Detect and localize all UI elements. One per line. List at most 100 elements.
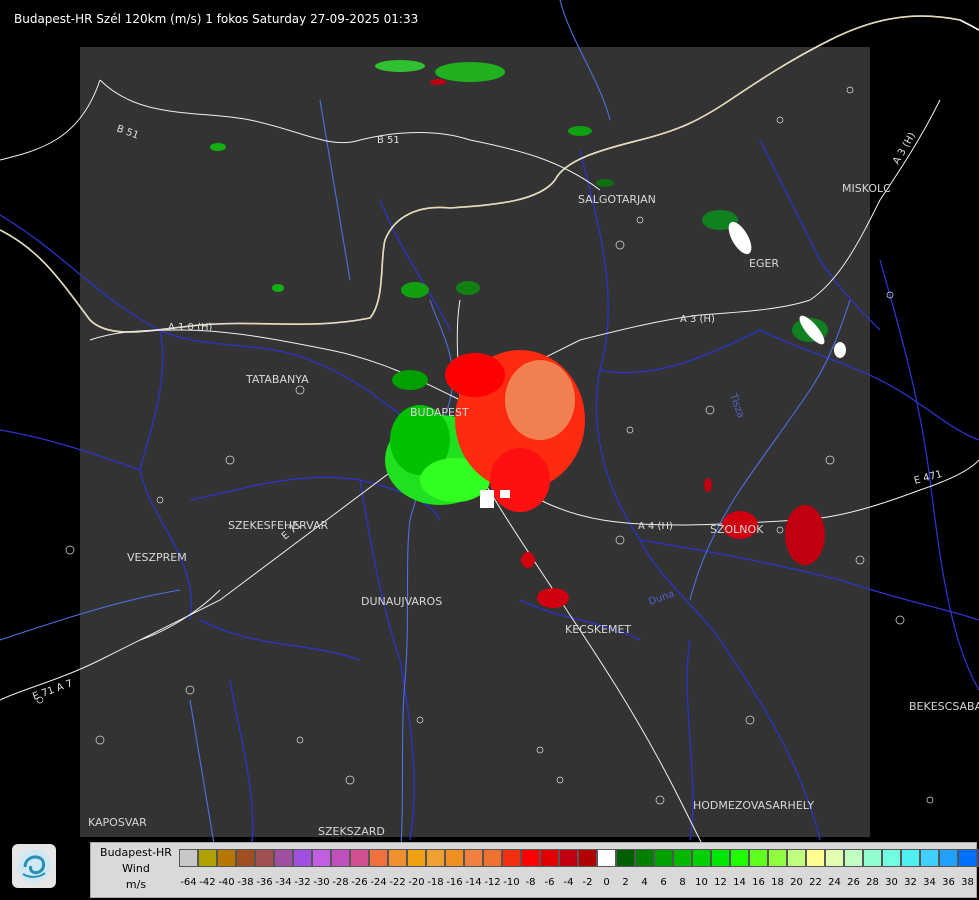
legend-swatch	[179, 849, 198, 867]
road-label: A 4 (H)	[638, 521, 673, 532]
legend-tick-label: 28	[866, 877, 879, 888]
legend-tick-label: -2	[582, 877, 593, 888]
city-label: HODMEZOVASARHELY	[693, 799, 814, 812]
legend-swatches	[179, 849, 979, 869]
legend-tick-label: -20	[408, 877, 425, 888]
legend-tick-label: -8	[525, 877, 536, 888]
legend-swatch	[236, 849, 255, 867]
city-label: BEKESCSABA	[909, 700, 979, 713]
legend-swatch	[616, 849, 635, 867]
legend-swatch	[806, 849, 825, 867]
legend-swatch	[502, 849, 521, 867]
legend-tick-label: 20	[790, 877, 803, 888]
city-label: SZEKSZARD	[318, 825, 385, 838]
city-label: EGER	[749, 257, 779, 270]
city-label: SALGOTARJAN	[578, 193, 656, 206]
legend-tick-label: -28	[332, 877, 349, 888]
legend-swatch	[578, 849, 597, 867]
legend-swatch	[654, 849, 673, 867]
road-label: E 471	[913, 469, 943, 487]
city-label: DUNAUJVAROS	[361, 595, 442, 608]
legend-tick-label: -38	[237, 877, 254, 888]
legend-tick-label: 26	[847, 877, 860, 888]
legend-tick-label: -12	[484, 877, 501, 888]
legend-swatch	[521, 849, 540, 867]
legend-tick-label: 18	[771, 877, 784, 888]
legend-tick-label: -16	[446, 877, 463, 888]
legend-tick-label: 6	[660, 877, 667, 888]
legend-tick-label: -4	[563, 877, 574, 888]
legend-swatch	[673, 849, 692, 867]
legend-tick-label: -40	[218, 877, 235, 888]
legend-swatch	[483, 849, 502, 867]
legend-title: Budapest-HR Wind m/s	[91, 845, 181, 893]
service-logo-icon	[17, 849, 51, 883]
legend-tick-label: 32	[904, 877, 917, 888]
legend-swatch	[958, 849, 977, 867]
city-label: MISKOLC	[842, 182, 891, 195]
legend-swatch	[217, 849, 236, 867]
legend-tick-label: 14	[733, 877, 746, 888]
legend-tick-label: -36	[256, 877, 273, 888]
legend-swatch	[369, 849, 388, 867]
legend-swatch	[464, 849, 483, 867]
legend-swatch	[559, 849, 578, 867]
color-legend: Budapest-HR Wind m/s -64 -42 -40 -38 -36 -34-…	[90, 842, 979, 898]
city-label: TATABANYA	[245, 373, 309, 386]
legend-swatch	[445, 849, 464, 867]
legend-tick-label: 30	[885, 877, 898, 888]
legend-tick-label: -42	[199, 877, 216, 888]
radar-map[interactable]: SALGOTARJAN MISKOLC EGER TATABANYA BUDAP…	[0, 0, 979, 900]
city-label: SZOLNOK	[710, 523, 764, 536]
legend-swatch	[692, 849, 711, 867]
legend-swatch	[388, 849, 407, 867]
legend-tick-label: 34	[923, 877, 936, 888]
legend-swatch	[293, 849, 312, 867]
road-label: B 51	[377, 135, 400, 146]
city-label: KECSKEMET	[565, 623, 631, 636]
legend-tick-label: 4	[641, 877, 648, 888]
legend-tick-label: -18	[427, 877, 444, 888]
legend-tick-label: 24	[828, 877, 841, 888]
legend-swatch	[711, 849, 730, 867]
legend-swatch	[882, 849, 901, 867]
road-label: A 1 0 (H)	[168, 322, 213, 333]
legend-swatch	[844, 849, 863, 867]
city-label: SZEKESFEHERVAR	[228, 519, 329, 532]
legend-swatch	[635, 849, 654, 867]
legend-tick-label: -10	[503, 877, 520, 888]
legend-swatch	[749, 849, 768, 867]
legend-swatch	[407, 849, 426, 867]
legend-tick-label: 22	[809, 877, 822, 888]
legend-swatch	[901, 849, 920, 867]
legend-swatch	[312, 849, 331, 867]
legend-swatch	[939, 849, 958, 867]
city-label: BUDAPEST	[410, 406, 469, 419]
legend-swatch	[426, 849, 445, 867]
legend-swatch	[768, 849, 787, 867]
legend-swatch	[540, 849, 559, 867]
legend-swatch	[920, 849, 939, 867]
road-label: A 3 (H)	[680, 314, 715, 325]
legend-tick-label: -64	[180, 877, 197, 888]
legend-tick-label: 36	[942, 877, 955, 888]
legend-tick-label: 12	[714, 877, 727, 888]
legend-tick-label: -32	[294, 877, 311, 888]
legend-tick-label: 10	[695, 877, 708, 888]
legend-swatch	[274, 849, 293, 867]
legend-tick-label: 8	[679, 877, 686, 888]
legend-swatch	[198, 849, 217, 867]
legend-tick-label: 0	[603, 877, 610, 888]
city-label: KAPOSVAR	[88, 816, 147, 829]
legend-ticks: -64 -42 -40 -38 -36 -34 -32 -30 -28 -26 -24 -22 -20-…	[179, 877, 979, 891]
legend-swatch	[825, 849, 844, 867]
legend-title-line2: Wind	[122, 862, 150, 875]
legend-title-line1: Budapest-HR	[100, 846, 172, 859]
legend-tick-label: -26	[351, 877, 368, 888]
legend-swatch	[255, 849, 274, 867]
legend-tick-label: 2	[622, 877, 629, 888]
legend-title-line3: m/s	[125, 878, 147, 891]
legend-swatch	[331, 849, 350, 867]
legend-tick-label: -6	[544, 877, 555, 888]
road-label: E 71 A 7	[31, 678, 74, 703]
